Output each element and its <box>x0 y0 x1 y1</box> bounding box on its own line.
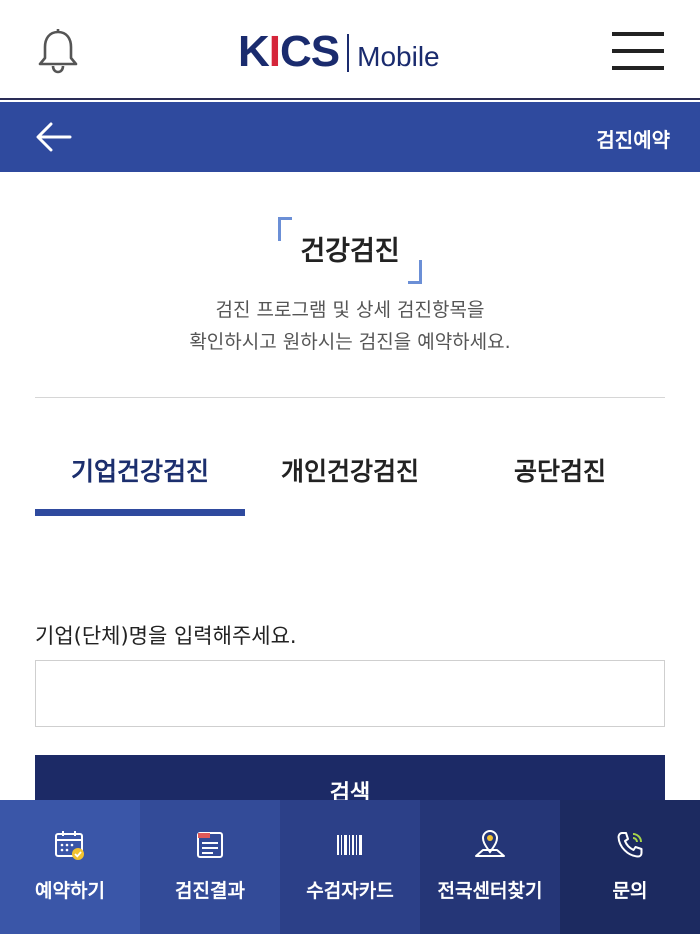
nav-inquiry[interactable]: 문의 <box>560 800 700 934</box>
calendar-check-icon <box>55 831 84 860</box>
nav-examinee-card[interactable]: 수검자카드 <box>280 800 420 934</box>
section-description: 검진 프로그램 및 상세 검진항목을 확인하시고 원하시는 검진을 예약하세요. <box>189 299 511 353</box>
kics-mobile-logo[interactable]: KICS Mobile <box>238 28 440 74</box>
menu-icon[interactable] <box>612 32 664 70</box>
section-heading: 건강검진 <box>300 236 400 267</box>
back-arrow-icon[interactable] <box>34 118 74 156</box>
bell-icon[interactable] <box>36 28 80 74</box>
top-header: KICS Mobile <box>0 0 700 100</box>
company-name-label: 기업(단체)명을 입력해주세요. <box>35 624 297 648</box>
page-title: 검진예약 <box>596 128 670 152</box>
tab-personal[interactable]: 개인건강검진 <box>245 440 455 516</box>
tab-corporate[interactable]: 기업건강검진 <box>35 440 245 516</box>
nav-results[interactable]: 검진결과 <box>140 800 280 934</box>
company-name-input[interactable] <box>35 660 665 727</box>
bracket-decoration <box>407 260 422 284</box>
document-icon <box>197 832 223 858</box>
section-intro: 건강검진 검진 프로그램 및 상세 검진항목을 확인하시고 원하시는 검진을 예… <box>0 215 700 358</box>
sub-header: 검진예약 <box>0 102 700 172</box>
logo-mobile-text: Mobile <box>357 41 440 72</box>
barcode-icon <box>337 835 362 855</box>
active-tab-underline <box>35 509 245 516</box>
bottom-nav: 예약하기 검진결과 수검자카드 전국센터찾기 문의 <box>0 800 700 934</box>
logo-separator <box>347 34 350 72</box>
nav-reservation[interactable]: 예약하기 <box>0 800 140 934</box>
bracket-decoration <box>278 217 293 241</box>
divider <box>35 397 665 398</box>
heading-wrap: 건강검진 <box>278 215 422 284</box>
checkup-tabs: 기업건강검진 개인건강검진 공단검진 <box>35 440 665 516</box>
logo-kics: KICS <box>238 27 340 76</box>
map-pin-icon <box>475 830 505 857</box>
tab-nhis[interactable]: 공단검진 <box>455 440 665 516</box>
phone-icon <box>617 832 643 858</box>
nav-find-center[interactable]: 전국센터찾기 <box>420 800 560 934</box>
